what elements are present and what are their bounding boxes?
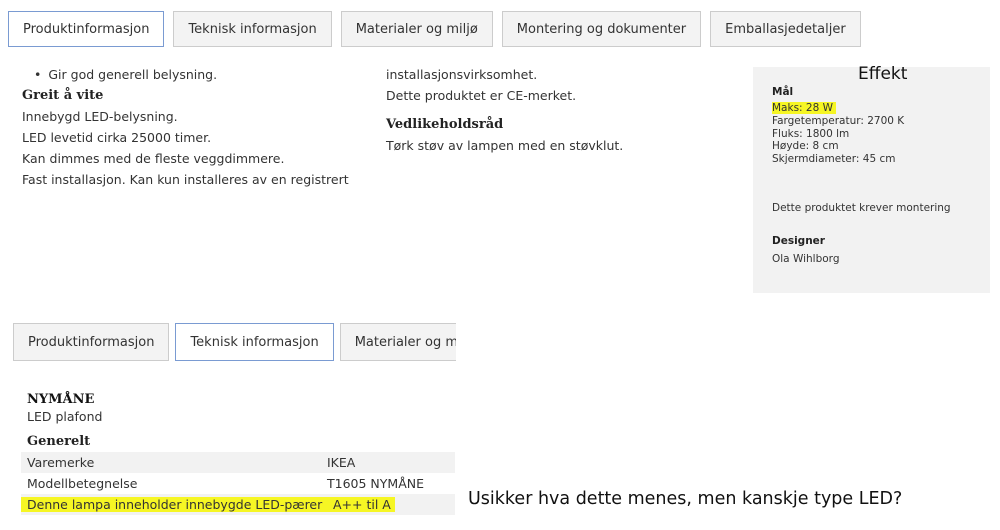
tab-emballasjedetaljer[interactable]: Emballasjedetaljer [710,11,861,47]
tab-materialer-og-miljo[interactable]: Materialer og miljø [339,323,456,361]
effekt-annotation: Effekt [858,64,908,84]
row-key: Varemerke [27,455,95,470]
product-info-middle: installasjonsvirksomhet. Dette produktet… [386,64,623,156]
row-value: A++ til A [333,497,391,512]
row-value: IKEA [327,455,356,470]
info-bullet: Gir god generell belysning. [22,64,349,85]
spec-list: Maks: 28 W Fargetemperatur: 2700 K Fluks… [772,102,904,166]
designer-name: Ola Wihlborg [772,253,840,265]
info-line: installasjonsvirksomhet. [386,67,538,82]
info-line: Fast installasjon. Kan kun installeres a… [22,172,349,187]
section-general: Generelt [27,434,91,449]
table-row-highlighted: Denne lampa inneholder innebygde LED-pær… [21,494,455,515]
row-value: T1605 NYMÅNE [327,476,424,491]
tab-materialer-og-miljo[interactable]: Materialer og miljø [340,11,493,47]
product-info-left: Gir god generell belysning. Greit å vite… [22,64,349,190]
row-key: Modellbetegnelse [27,476,138,491]
top-tab-bar: Produktinformasjon Teknisk informasjon M… [8,11,870,47]
spec-item: Skjermdiameter: 45 cm [772,153,896,166]
tech-spec-table: Varemerke IKEA Modellbetegnelse T1605 NY… [21,452,455,515]
designer-title: Designer [772,235,825,247]
info-line: LED levetid cirka 25000 timer. [22,130,212,145]
product-type: LED plafond [27,409,103,424]
tab-teknisk-informasjon[interactable]: Teknisk informasjon [173,11,332,47]
annotation-question: Usikker hva dette menes, men kanskje typ… [468,489,903,509]
tab-produktinformasjon[interactable]: Produktinformasjon [13,323,170,361]
good-to-know-heading: Greit å vite [22,88,104,103]
row-key: Denne lampa inneholder innebygde LED-pær… [27,497,323,512]
measurements-title: Mål [772,86,794,98]
info-line: Kan dimmes med de fleste veggdimmere. [22,151,285,166]
maintenance-text: Tørk støv av lampen med en støvklut. [386,138,624,153]
tab-teknisk-informasjon[interactable]: Teknisk informasjon [175,323,334,361]
product-header: NYMÅNE LED plafond Generelt [27,392,102,450]
maintenance-heading: Vedlikeholdsråd [386,117,504,132]
tab-montering-og-dokumenter[interactable]: Montering og dokumenter [501,11,702,47]
info-line: Innebygd LED-belysning. [22,109,178,124]
spec-panel: Effekt Mål Maks: 28 W Fargetemperatur: 2… [753,64,990,293]
spec-item: Høyde: 8 cm [772,140,839,153]
ce-mark-text: Dette produktet er CE-merket. [386,88,577,103]
table-row: Varemerke IKEA [21,452,455,473]
product-name: NYMÅNE [27,392,95,407]
assembly-note: Dette produktet krever montering [772,202,951,214]
table-row: Modellbetegnelse T1605 NYMÅNE [21,473,455,494]
bottom-tab-bar: Produktinformasjon Teknisk informasjon M… [13,323,456,363]
spec-item: Fargetemperatur: 2700 K [772,114,905,127]
max-power-highlight: Maks: 28 W [772,102,837,114]
tab-produktinformasjon[interactable]: Produktinformasjon [8,11,165,47]
spec-item: Fluks: 1800 lm [772,127,850,140]
